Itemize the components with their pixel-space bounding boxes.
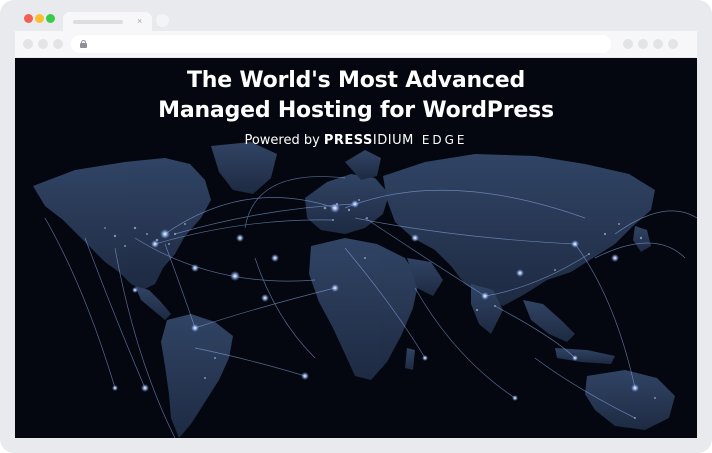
browser-tab[interactable]: × bbox=[63, 12, 152, 31]
page-viewport: The World's Most Advanced Managed Hostin… bbox=[15, 58, 697, 438]
toolbar-action-4[interactable] bbox=[668, 39, 678, 49]
toolbar-action-1[interactable] bbox=[623, 39, 633, 49]
powered-by-line: Powered by PRESSIDIUM EDGE bbox=[15, 131, 697, 150]
brand-logo-edge: EDGE bbox=[421, 133, 468, 147]
powered-by-label: Powered by bbox=[244, 133, 320, 148]
land-central-america bbox=[135, 286, 171, 320]
hero-title-line-2: Managed Hosting for WordPress bbox=[158, 98, 554, 123]
land-africa bbox=[309, 238, 419, 380]
hero-title: The World's Most Advanced Managed Hostin… bbox=[15, 66, 697, 126]
tab-title-placeholder bbox=[73, 20, 123, 24]
land-europe bbox=[305, 174, 389, 234]
lock-icon bbox=[80, 40, 87, 48]
hero-title-line-1: The World's Most Advanced bbox=[186, 68, 526, 93]
brand-logo-press: PRESS bbox=[323, 133, 373, 148]
address-bar[interactable] bbox=[71, 35, 611, 53]
reload-button[interactable] bbox=[53, 39, 63, 49]
forward-button[interactable] bbox=[38, 39, 48, 49]
new-tab-button[interactable] bbox=[156, 14, 169, 27]
toolbar-action-2[interactable] bbox=[638, 39, 648, 49]
land-southeast-asia bbox=[523, 300, 575, 342]
land-south-america bbox=[161, 314, 233, 438]
land-madagascar bbox=[405, 348, 415, 370]
maximize-window-icon[interactable] bbox=[46, 14, 55, 23]
back-button[interactable] bbox=[23, 39, 33, 49]
tab-close-icon[interactable]: × bbox=[137, 15, 142, 27]
close-window-icon[interactable] bbox=[24, 14, 33, 23]
toolbar-action-3[interactable] bbox=[653, 39, 663, 49]
brand-logo-idium: IDIUM bbox=[372, 133, 414, 148]
land-japan bbox=[633, 226, 651, 252]
land-indonesia bbox=[555, 348, 615, 364]
browser-toolbar bbox=[15, 31, 697, 57]
browser-window: × The World's Most Advanced Managed Host… bbox=[0, 0, 712, 453]
tab-bar: × bbox=[0, 0, 712, 31]
land-australia bbox=[585, 370, 675, 430]
minimize-window-icon[interactable] bbox=[35, 14, 44, 23]
